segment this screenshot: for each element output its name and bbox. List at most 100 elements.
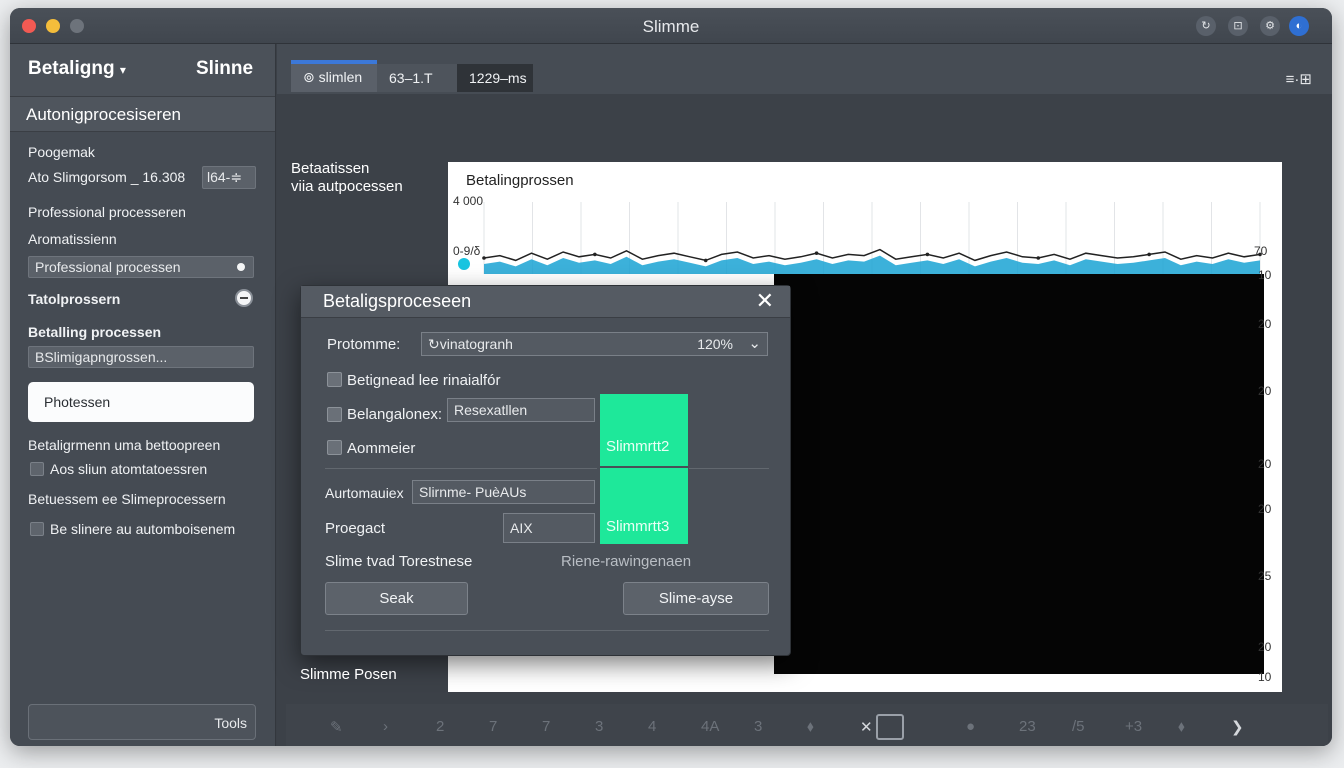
y-tick-right-4: 20 [1258, 457, 1272, 471]
num5-icon[interactable]: 4 [648, 718, 656, 735]
slimmrtt2-tile[interactable]: Slimmrtt2 [600, 394, 688, 466]
num4-icon[interactable]: 3 [595, 718, 603, 735]
user-icon[interactable]: ◐ [1289, 16, 1309, 36]
bslimig-field[interactable]: BSlimigapngrossen... [28, 346, 254, 368]
section-row-text: Ato Slimgorsom _ 16.308 [28, 169, 186, 185]
sidebar-header-left: Betaligng [28, 58, 115, 79]
close-icon[interactable]: ✕ [860, 718, 873, 736]
slimmrtt3-tile[interactable]: Slimmrtt3 [600, 468, 688, 544]
tools-button[interactable]: Tools [28, 704, 256, 740]
aurtomauiex-field[interactable]: Slirnme- PuèAUs [412, 480, 595, 504]
num6-icon[interactable]: 3 [754, 718, 762, 735]
sidebar-item-professional[interactable]: Professional processeren [28, 204, 186, 220]
y-tick-right-6: 25 [1258, 569, 1272, 583]
sidebar-item-aromatissienn[interactable]: Aromatissienn [28, 231, 117, 247]
settings-icon[interactable]: ⚙ [1260, 16, 1280, 36]
bottom-toolbar: ✎ › 2 7 7 3 4 4A 3 ⬧ ✕ ● 23/5 +3 ⬧ ❯ [286, 704, 1328, 746]
section-label-poogemak: Poogemak [28, 144, 95, 160]
aurtomauiex-label: Aurtomauiex [325, 485, 404, 501]
side-label-line2: viia autpocessen [291, 178, 403, 195]
dot2-icon[interactable]: ⬧ [1178, 718, 1185, 735]
section-row-value[interactable]: l64-≑ [202, 166, 256, 189]
aommeier-label: Aommeier [347, 440, 416, 457]
photessen-button[interactable]: Photessen [28, 382, 254, 422]
aos-checkbox-label: Aos sliun atomtatoessren [50, 461, 208, 477]
side-label-line1: Betaatissen [291, 160, 370, 177]
pencil-icon[interactable]: ✎ [330, 718, 343, 736]
belangalonex-checkbox[interactable] [327, 407, 342, 422]
betuessem-text: Betuessem ee Slimeprocessern [28, 491, 226, 507]
sidebar-subheader: Autonigprocesiseren [10, 96, 275, 132]
protomme-value: ↻vinatogranh [428, 336, 513, 352]
dialog-divider-1 [325, 468, 597, 469]
close-icon[interactable]: ✕ [756, 288, 774, 314]
toggle-dot-icon [237, 263, 245, 271]
dialog-divider-3 [325, 630, 769, 631]
num-icon[interactable]: 2 [436, 718, 444, 735]
resexatllen-field[interactable]: Resexatllen [447, 398, 595, 422]
protomme-select[interactable]: ↻vinatogranh 120% ⌄ [421, 332, 768, 356]
belangalonex-label: Belangalonex: [347, 406, 443, 423]
y-tick-mid: 0-9/δ [453, 244, 481, 258]
data-point [925, 252, 930, 257]
next-icon[interactable]: ❯ [1231, 718, 1244, 736]
seak-button[interactable]: Seak [325, 582, 468, 615]
proegact-label: Proegact [325, 520, 386, 537]
dialog-divider-2 [689, 468, 769, 469]
data-point [482, 256, 486, 260]
y-tick-right-2: 20 [1258, 317, 1272, 331]
aos-checkbox[interactable] [30, 462, 44, 476]
betignead-checkbox[interactable] [327, 372, 342, 387]
plus-icon[interactable]: +3 [1125, 718, 1142, 735]
protomme-label: Protomme: [327, 336, 401, 353]
chevron-down-icon: ⌄ [748, 335, 761, 352]
chart-black-overlay [774, 274, 1264, 674]
data-point [1036, 256, 1041, 260]
num3-icon[interactable]: 7 [542, 718, 550, 735]
data-point [703, 258, 708, 263]
tab-1229[interactable]: 1229–ms [457, 64, 533, 92]
data-point [1147, 252, 1151, 257]
tab-63[interactable]: 63–1.T [377, 64, 457, 92]
app-window: Slimme ↻ ⊡ ⚙ ◐ Betaligng ▾ Slinne Autoni… [10, 8, 1332, 746]
marker-icon[interactable]: ⬧ [807, 718, 814, 735]
y-tick-right-1: 10 [1258, 268, 1272, 282]
dialog: Betaligsproceseen ✕ Protomme: ↻vinatogra… [300, 285, 791, 656]
y-tick-right-5: 20 [1258, 502, 1272, 516]
title-bar: Slimme ↻ ⊡ ⚙ ◐ [10, 8, 1332, 44]
sidebar-item-tatolprossern[interactable]: Tatolprossern [28, 291, 120, 307]
tab-bar: ⊚ slimlen 63–1.T 1229–ms ≡·⊞ [277, 44, 1332, 94]
data-point [593, 252, 597, 257]
dot-icon[interactable]: ● [966, 718, 975, 735]
proegact-field[interactable]: AIX [503, 513, 595, 543]
sidebar: Betaligng ▾ Slinne Autonigprocesiseren P… [10, 44, 276, 746]
aommeier-checkbox[interactable] [327, 440, 342, 455]
y-tick-right-3: 20 [1258, 384, 1272, 398]
sidebar-item-betalling[interactable]: Betalling processen [28, 324, 161, 340]
text-icon[interactable]: 4A [701, 718, 719, 735]
sidebar-header-right: Slinne [196, 58, 254, 79]
menu-icon[interactable]: ≡·⊞ [1286, 70, 1312, 88]
chevron-down-icon: ▾ [119, 63, 126, 77]
professional-field-label: Professional processen [35, 259, 181, 275]
num2-icon[interactable]: 7 [489, 718, 497, 735]
side-label: Betaatissen viia autpocessen [291, 160, 403, 196]
data-point [814, 251, 819, 255]
be-checkbox-label: Be slinere au automboisenem [50, 521, 236, 537]
arrow-icon[interactable]: › [383, 718, 388, 735]
sidebar-header: Betaligng ▾ Slinne [10, 44, 275, 96]
text2-icon[interactable]: 23 [1019, 718, 1036, 735]
tab-slimlen[interactable]: ⊚ slimlen [291, 60, 377, 92]
y-tick-right-8: 10 [1258, 670, 1272, 684]
refresh-icon[interactable]: ↻ [1196, 16, 1216, 36]
zoom-value: 120% [697, 336, 733, 352]
betaligrmenn-text: Betaligrmenn uma bettoopreen [28, 437, 221, 453]
text3-icon[interactable]: /5 [1072, 718, 1085, 735]
minus-toggle-icon[interactable] [235, 289, 253, 307]
sidebar-header-dropdown[interactable]: Betaligng ▾ [28, 58, 126, 80]
layout-icon[interactable]: ⊡ [1228, 16, 1248, 36]
slime-ayse-button[interactable]: Slime-ayse [623, 582, 769, 615]
professional-field[interactable]: Professional processen [28, 256, 254, 278]
be-checkbox[interactable] [30, 522, 44, 536]
select-frame[interactable] [876, 714, 904, 740]
